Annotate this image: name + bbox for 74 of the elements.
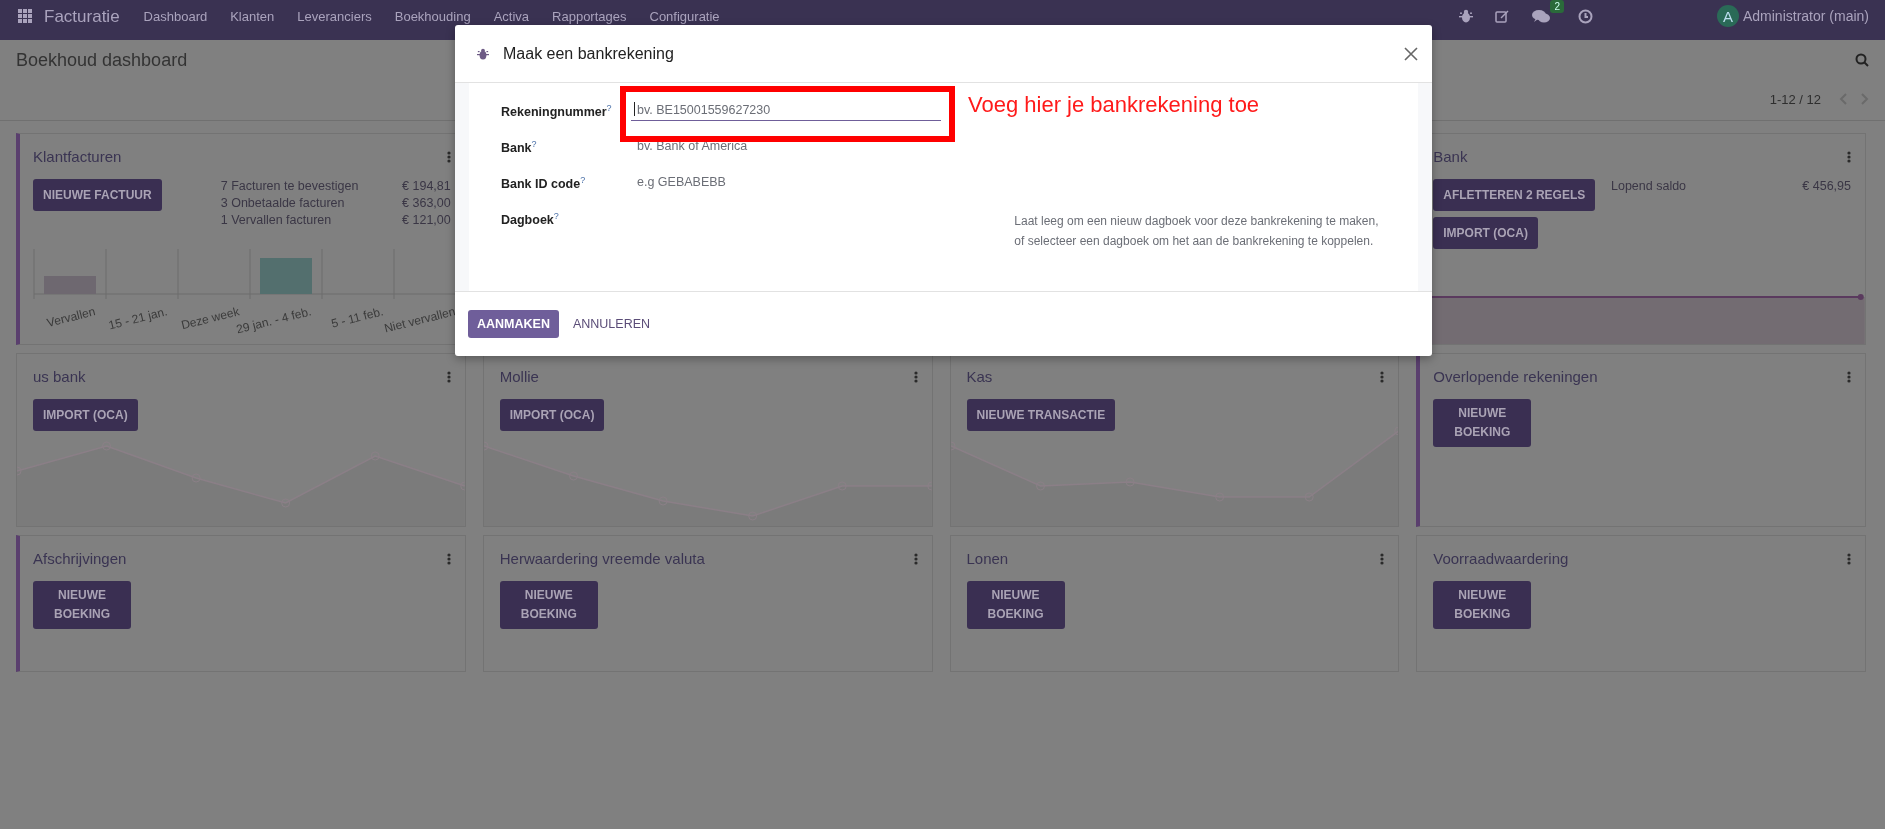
menu-item[interactable]: Rapportages [552,8,627,24]
menu-item[interactable]: Dashboard [143,8,208,24]
card-title[interactable]: Herwaardering vreemde valuta [499,550,705,567]
bug-icon[interactable] [1458,9,1473,23]
more-options-icon[interactable] [1847,370,1851,383]
card-title[interactable]: Afschrijvingen [33,550,127,567]
edit-icon[interactable] [1494,9,1510,23]
axis-label: 15 - 21 jan. [107,304,169,333]
stat-value: € 194,81 [402,179,451,193]
card-title[interactable]: Kas [966,368,993,385]
menu-item[interactable]: Boekhouding [394,8,471,24]
stat-label[interactable]: 3 Onbetaalde facturen [220,196,345,210]
pager-counter: 1-12 / 12 [1769,91,1821,107]
more-options-icon[interactable] [913,552,918,565]
card-title[interactable]: Voorraadwaardering [1433,550,1569,567]
chat-icon[interactable] [1531,8,1550,24]
annotation-text: Voeg hier je bankrekening toe [968,92,1260,118]
card-title[interactable]: Bank [1433,148,1468,165]
field-label: Bank$^{?}$ [501,138,538,156]
card-action-button[interactable]: NIEUWE TRANSACTIE [966,399,1116,431]
close-icon[interactable] [1404,46,1418,61]
axis-label: Niet vervallen [382,304,457,336]
card-action-button[interactable]: NIEUWE BOEKING [33,581,131,629]
more-options-icon[interactable] [1380,552,1385,565]
input-field[interactable]: e.g GEBABEBB [631,169,941,193]
menu-item[interactable]: Klanten [230,8,275,24]
card-action-button[interactable]: NIEUWE BOEKING [966,581,1065,629]
card-title[interactable]: Overlopende rekeningen [1433,368,1598,385]
more-options-icon[interactable] [446,370,451,383]
user-name[interactable]: Administrator (main) [1742,8,1869,24]
card-action-button[interactable]: NIEUWE FACTUUR [33,179,162,211]
more-options-icon[interactable] [446,552,451,565]
card-title[interactable]: Lonen [966,550,1009,567]
card-action-button[interactable]: NIEUWE BOEKING [1433,399,1532,447]
create-button[interactable]: AANMAKEN [468,310,559,338]
card-title[interactable]: Klantfacturen [33,148,122,165]
help-text: Laat leeg om een nieuw dagboek voor deze bankrekening te maken, of selecteer een dagboek om het aan de bankrekening te koppelen. [1014,213,1380,250]
card-title[interactable]: Mollie [499,368,539,385]
more-options-icon[interactable] [1847,150,1851,163]
more-options-icon[interactable] [1847,552,1851,565]
menu-item[interactable]: Activa [493,8,530,24]
stat-label[interactable]: 1 Vervallen facturen [220,213,332,227]
cancel-button[interactable]: ANNULEREN [564,310,659,338]
field-label: Dagboek$^{?}$ [501,210,560,228]
user-avatar[interactable]: A [1716,5,1739,27]
card-action-button[interactable]: AFLETTEREN 2 REGELS [1433,179,1596,211]
axis-label: 5 - 11 feb. [329,304,385,331]
stat-value: € 456,95 [1802,179,1851,193]
app-name[interactable]: Facturatie [44,8,120,24]
stat-label[interactable]: Lopend saldo [1611,179,1687,193]
more-options-icon[interactable] [913,370,918,383]
menu-item[interactable]: Leveranciers [297,8,372,24]
field-label: Rekeningnummer$^{?}$ [501,102,613,120]
clock-icon[interactable] [1577,8,1593,24]
stat-value: € 363,00 [402,196,451,210]
axis-label: Vervallen [45,304,97,330]
page-title: Boekhoud dashboard [16,49,188,71]
message-count-badge: 2 [1550,0,1564,13]
card-action-button[interactable]: IMPORT (OCA) [499,399,605,431]
search-icon[interactable] [1855,53,1869,67]
more-options-icon[interactable] [1380,370,1385,383]
field-label: Bank ID code$^{?}$ [501,174,587,192]
more-options-icon[interactable] [446,150,451,163]
menu-item[interactable]: Configuratie [649,8,720,24]
card-title[interactable]: us bank [33,368,86,385]
card-action-button[interactable]: IMPORT (OCA) [33,399,138,431]
dialog-title: Maak een bankrekening [503,44,674,63]
stat-value: € 121,00 [402,213,451,227]
card-action-button[interactable]: IMPORT (OCA) [1433,217,1538,249]
card-action-button[interactable]: NIEUWE BOEKING [1433,581,1532,629]
bug-icon [477,47,489,60]
card-action-button[interactable]: NIEUWE BOEKING [499,581,598,629]
apps-menu-icon[interactable] [18,9,32,23]
stat-label[interactable]: 7 Facturen te bevestigen [220,179,359,193]
